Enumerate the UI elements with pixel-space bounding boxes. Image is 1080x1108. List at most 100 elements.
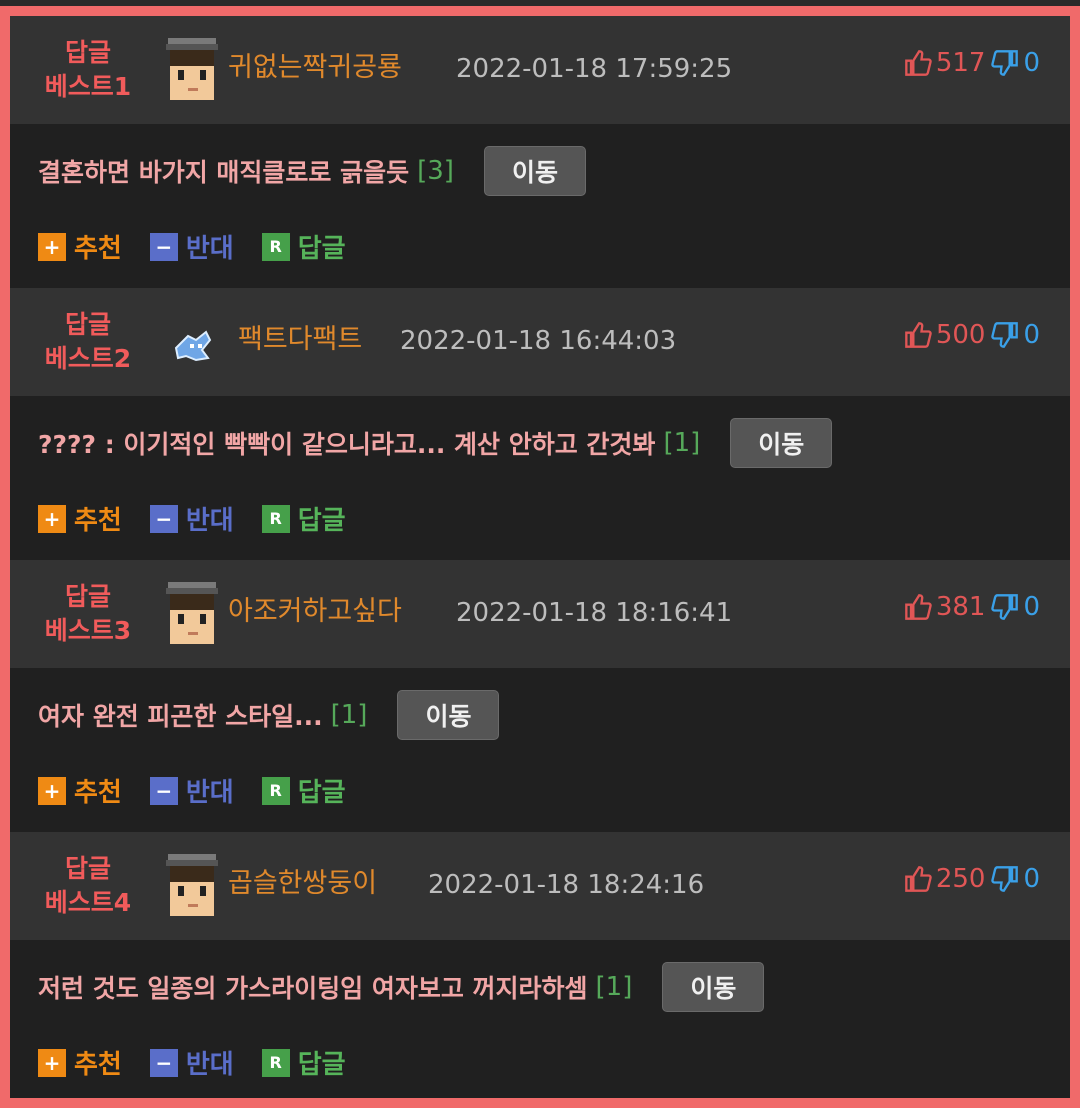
thumbs-down-icon [991,594,1019,620]
move-button[interactable]: 이동 [730,418,833,468]
upvote-count: 250 [935,864,986,894]
rank-badge: 답글 베스트1 [10,16,166,124]
best-reply-2: 답글 베스트2 팩트다팩트 2022-01-18 16:44:03 500 0 … [10,288,1070,560]
post-datetime: 2022-01-18 18:16:41 [456,598,733,628]
minus-icon: − [149,776,178,805]
minus-icon: − [149,504,178,533]
oppose-button[interactable]: − 반대 [149,228,234,265]
recommend-label: 추천 [74,1050,122,1080]
oppose-label: 반대 [185,234,234,264]
rank-line2: 베스트4 [44,888,132,917]
reply-label: 답글 [297,234,346,264]
reply-button[interactable]: R 답글 [261,500,346,537]
rank-badge: 답글 베스트2 [10,288,166,396]
reply-actions: + 추천 − 반대 R 답글 [38,772,374,809]
upvote-count: 500 [935,320,986,350]
oppose-label: 반대 [185,506,234,536]
recommend-label: 추천 [74,234,122,264]
reply-label: 답글 [297,506,346,536]
rank-line1: 답글 [64,582,111,611]
comment-count: [1] [595,972,633,1002]
nickname[interactable]: 귀없는짝귀공룡 [228,50,402,86]
rank-badge: 답글 베스트4 [10,832,166,940]
best-replies-panel: 답글 베스트1 귀없는짝귀공룡 2022-01-18 17:59:25 517 … [0,6,1080,1108]
thumbs-up-icon [904,866,932,892]
rank-line2: 베스트2 [44,344,132,373]
move-button[interactable]: 이동 [483,146,586,196]
pixel-creature-avatar[interactable] [166,310,218,376]
upvote-count: 381 [935,592,986,622]
minus-icon: − [149,1048,178,1077]
recommend-button[interactable]: + 추천 [38,500,122,537]
pixel-face-avatar[interactable] [166,854,218,920]
oppose-label: 반대 [185,1050,234,1080]
oppose-button[interactable]: − 반대 [149,500,234,537]
plus-icon: + [38,504,66,533]
upvote-count: 517 [935,48,986,78]
reply-body: 저런 것도 일종의 가스라이팅임 여자보고 꺼지라하셈 [1] 이동 + 추천 −… [10,940,1070,1098]
reply-title[interactable]: ???? : 이기적인 빡빡이 같으니라고... 계산 안하고 간것봐 [38,425,655,461]
reply-button[interactable]: R 답글 [261,228,346,265]
reply-label: 답글 [297,1050,346,1080]
nickname[interactable]: 아조커하고싶다 [228,594,402,630]
oppose-button[interactable]: − 반대 [149,772,234,809]
recommend-button[interactable]: + 추천 [38,1044,122,1081]
reply-icon: R [261,1048,290,1077]
thumbs-down-icon [991,50,1019,76]
vote-summary: 250 0 [904,862,1040,896]
reply-title[interactable]: 결혼하면 바가지 매직클로로 긁을듯 [38,153,409,189]
rank-line1: 답글 [64,854,111,883]
vote-summary: 517 0 [904,46,1040,80]
oppose-label: 반대 [185,778,234,808]
reply-header: 답글 베스트4 곱슬한쌍둥이 2022-01-18 18:24:16 250 0 [10,832,1070,940]
reply-label: 답글 [297,778,346,808]
rank-line2: 베스트1 [44,72,132,101]
thumbs-up-icon [904,594,932,620]
downvote-count: 0 [1023,864,1040,894]
recommend-button[interactable]: + 추천 [38,228,122,265]
comment-count: [1] [330,700,368,730]
nickname[interactable]: 곱슬한쌍둥이 [228,866,377,902]
recommend-label: 추천 [74,778,122,808]
rank-line1: 답글 [64,310,111,339]
vote-summary: 500 0 [904,318,1040,352]
rank-line1: 답글 [64,38,111,67]
post-datetime: 2022-01-18 17:59:25 [456,54,733,84]
move-button[interactable]: 이동 [397,690,500,740]
recommend-button[interactable]: + 추천 [38,772,122,809]
post-datetime: 2022-01-18 18:24:16 [428,870,705,900]
thumbs-down-icon [991,866,1019,892]
best-reply-3: 답글 베스트3 아조커하고싶다 2022-01-18 18:16:41 381 … [10,560,1070,832]
comment-count: [3] [417,156,454,186]
rank-line2: 베스트3 [44,616,132,645]
reply-body: ???? : 이기적인 빡빡이 같으니라고... 계산 안하고 간것봐 [1] … [10,396,1070,560]
pixel-face-avatar[interactable] [166,582,218,648]
reply-button[interactable]: R 답글 [261,1044,346,1081]
reply-actions: + 추천 − 반대 R 답글 [38,228,374,265]
oppose-button[interactable]: − 반대 [149,1044,234,1081]
comment-count: [1] [663,428,701,458]
reply-header: 답글 베스트1 귀없는짝귀공룡 2022-01-18 17:59:25 517 … [10,16,1070,124]
reply-title[interactable]: 저런 것도 일종의 가스라이팅임 여자보고 꺼지라하셈 [38,969,588,1005]
recommend-label: 추천 [74,506,122,536]
plus-icon: + [38,232,66,261]
best-reply-4: 답글 베스트4 곱슬한쌍둥이 2022-01-18 18:24:16 250 0 [10,832,1070,1098]
reply-button[interactable]: R 답글 [261,772,346,809]
downvote-count: 0 [1023,320,1040,350]
reply-icon: R [261,504,290,533]
nickname[interactable]: 팩트다팩트 [238,322,362,358]
thumbs-up-icon [904,322,932,348]
reply-body: 여자 완전 피곤한 스타일... [1] 이동 + 추천 − 반대 R 답글 [10,668,1070,832]
downvote-count: 0 [1023,48,1040,78]
thumbs-down-icon [991,322,1019,348]
reply-icon: R [261,776,290,805]
downvote-count: 0 [1023,592,1040,622]
move-button[interactable]: 이동 [662,962,765,1012]
best-reply-1: 답글 베스트1 귀없는짝귀공룡 2022-01-18 17:59:25 517 … [10,16,1070,288]
pixel-face-avatar[interactable] [166,38,218,104]
thumbs-up-icon [904,50,932,76]
post-datetime: 2022-01-18 16:44:03 [400,326,677,356]
minus-icon: − [149,232,178,261]
reply-title[interactable]: 여자 완전 피곤한 스타일... [38,697,323,733]
reply-icon: R [261,232,290,261]
